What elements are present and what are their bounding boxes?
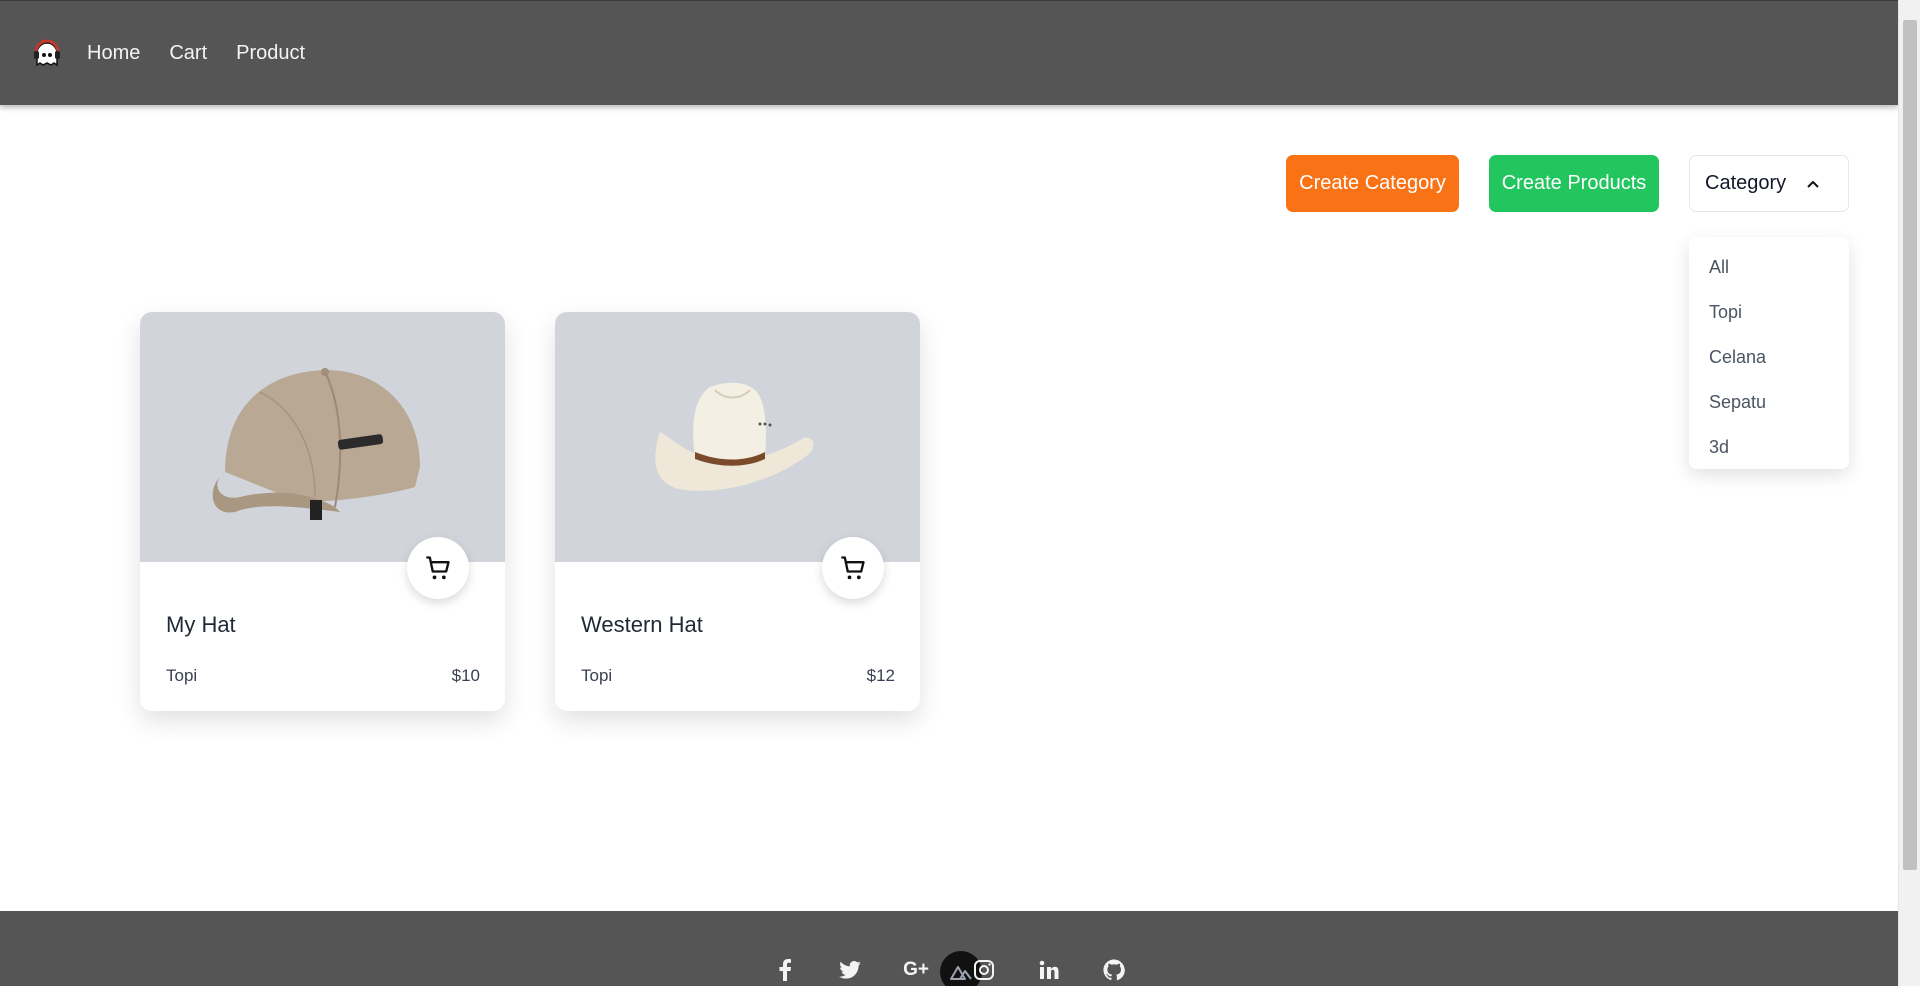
cowboy-hat-image bbox=[655, 382, 814, 491]
facebook-icon[interactable] bbox=[771, 956, 799, 984]
product-image bbox=[555, 312, 920, 562]
product-name: Western Hat bbox=[581, 612, 703, 637]
product-card[interactable]: Western Hat Topi $12 bbox=[555, 312, 920, 711]
product-card[interactable]: My Hat Topi $10 bbox=[140, 312, 505, 711]
product-image bbox=[140, 312, 505, 562]
twitter-icon[interactable] bbox=[836, 956, 864, 984]
category-dropdown-menu: All Topi Celana Sepatu 3d bbox=[1689, 237, 1849, 469]
product-category: Topi bbox=[166, 666, 198, 685]
add-to-cart-button[interactable] bbox=[407, 537, 469, 599]
baseball-cap-image bbox=[212, 368, 420, 520]
product-price: $12 bbox=[866, 666, 895, 685]
ghost-logo-icon[interactable] bbox=[31, 37, 63, 69]
page-scrollbar[interactable] bbox=[1898, 0, 1920, 986]
navbar: Home Cart Product bbox=[0, 0, 1898, 105]
create-category-button[interactable]: Create Category bbox=[1286, 155, 1459, 212]
cart-icon bbox=[426, 556, 450, 580]
chevron-up-icon bbox=[1807, 180, 1819, 188]
product-price: $10 bbox=[451, 666, 480, 685]
nav-link-home[interactable]: Home bbox=[87, 42, 140, 65]
product-category: Topi bbox=[581, 666, 613, 685]
instagram-icon[interactable] bbox=[970, 956, 998, 984]
github-icon[interactable] bbox=[1100, 956, 1128, 984]
google-plus-icon[interactable]: G+ bbox=[902, 956, 930, 984]
nav-link-product[interactable]: Product bbox=[236, 42, 305, 65]
page: Home Cart Product Create Category Create… bbox=[0, 0, 1920, 986]
footer: G+ bbox=[0, 911, 1898, 986]
dropdown-option-celana[interactable]: Celana bbox=[1689, 335, 1849, 380]
product-name: My Hat bbox=[166, 612, 236, 637]
category-dropdown-label: Category bbox=[1705, 172, 1787, 194]
dropdown-option-sepatu[interactable]: Sepatu bbox=[1689, 380, 1849, 425]
dropdown-option-3d[interactable]: 3d bbox=[1689, 425, 1849, 470]
scrollbar-thumb[interactable] bbox=[1903, 20, 1917, 870]
create-products-button[interactable]: Create Products bbox=[1489, 155, 1659, 212]
dropdown-option-all[interactable]: All bbox=[1689, 245, 1849, 290]
add-to-cart-button[interactable] bbox=[822, 537, 884, 599]
dropdown-option-topi[interactable]: Topi bbox=[1689, 290, 1849, 335]
cart-icon bbox=[841, 556, 865, 580]
linkedin-icon[interactable] bbox=[1035, 956, 1063, 984]
category-dropdown-toggle[interactable]: Category bbox=[1689, 155, 1849, 212]
nav-link-cart[interactable]: Cart bbox=[169, 42, 207, 65]
